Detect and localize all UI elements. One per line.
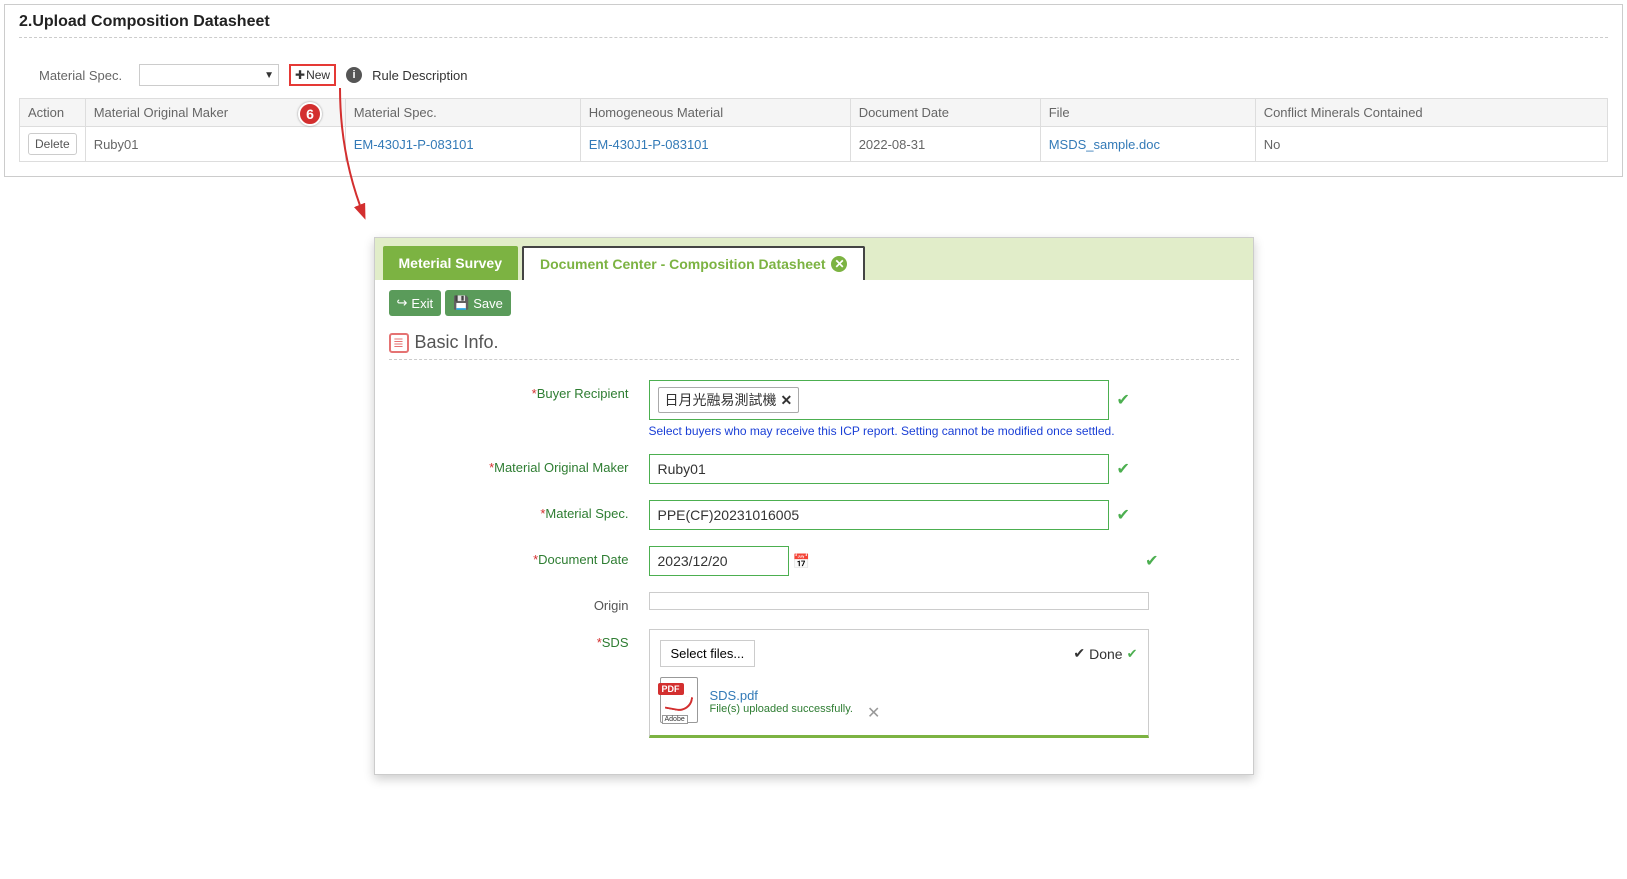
table-row: Delete Ruby01 EM-430J1-P-083101 EM-430J1… — [20, 127, 1608, 162]
rule-description-link[interactable]: Rule Description — [372, 68, 467, 83]
check-icon: ✔ — [1127, 646, 1138, 662]
calendar-icon[interactable]: 📅 — [793, 553, 810, 570]
plus-icon: ✚ — [295, 68, 305, 82]
modal-toolbar: ↪Exit 💾Save — [389, 290, 1239, 316]
spec-input[interactable]: PPE(CF)20231016005 — [649, 500, 1109, 530]
cell-maker: Ruby01 — [85, 127, 345, 162]
check-icon: ✔ — [1145, 551, 1158, 571]
upload-done-status: ✔ Done ✔ — [1073, 645, 1137, 662]
tab-document-center[interactable]: Document Center - Composition Datasheet … — [522, 246, 865, 280]
label-sds: *SDS — [389, 629, 649, 650]
spec-label: Material Spec. — [29, 68, 129, 83]
buyer-helper-text: Select buyers who may receive this ICP r… — [649, 424, 1239, 438]
col-conflict: Conflict Minerals Contained — [1255, 99, 1607, 127]
col-homog: Homogeneous Material — [580, 99, 850, 127]
uploaded-file-row: PDF Adobe SDS.pdf File(s) uploaded succe… — [660, 677, 1138, 725]
check-icon: ✔ — [1117, 390, 1130, 410]
pdf-file-icon: PDF Adobe — [660, 677, 700, 725]
remove-chip-icon[interactable]: ✕ — [781, 392, 793, 409]
modal-tab-bar: Meterial Survey Document Center - Compos… — [375, 238, 1253, 280]
file-status-text: File(s) uploaded successfully. — [710, 703, 853, 715]
origin-input[interactable] — [649, 592, 1149, 610]
cell-date: 2022-08-31 — [850, 127, 1040, 162]
label-buyer: *Buyer Recipient — [389, 380, 649, 401]
col-action: Action — [20, 99, 86, 127]
sds-upload-block: Select files... ✔ Done ✔ PDF — [649, 629, 1149, 738]
cell-file-link[interactable]: MSDS_sample.doc — [1040, 127, 1255, 162]
delete-button[interactable]: Delete — [28, 133, 77, 155]
panel-title: 2.Upload Composition Datasheet — [19, 13, 1608, 38]
material-spec-dropdown[interactable]: ▼ — [139, 64, 279, 86]
list-icon: ≣ — [389, 333, 409, 353]
date-input[interactable]: 2023/12/20 — [649, 546, 789, 576]
upload-panel: 2.Upload Composition Datasheet Material … — [4, 4, 1623, 177]
caret-down-icon: ▼ — [264, 70, 274, 81]
remove-file-icon[interactable]: ✕ — [867, 703, 880, 723]
cell-homog-link[interactable]: EM-430J1-P-083101 — [580, 127, 850, 162]
section-basic-info: ≣ Basic Info. — [389, 332, 1239, 360]
file-name-link[interactable]: SDS.pdf — [710, 688, 853, 703]
check-icon: ✔ — [1117, 459, 1130, 479]
cell-conflict: No — [1255, 127, 1607, 162]
label-spec: *Material Spec. — [389, 500, 649, 521]
tab-material-survey[interactable]: Meterial Survey — [383, 246, 519, 280]
buyer-recipient-input[interactable]: 日月光融易測試機 ✕ — [649, 380, 1109, 420]
col-date: Document Date — [850, 99, 1040, 127]
exit-icon: ↪ — [397, 295, 408, 311]
col-file: File — [1040, 99, 1255, 127]
save-icon: 💾 — [453, 295, 469, 311]
label-maker: *Material Original Maker — [389, 454, 649, 475]
cell-spec-link[interactable]: EM-430J1-P-083101 — [345, 127, 580, 162]
label-date: *Document Date — [389, 546, 649, 567]
buyer-chip: 日月光融易測試機 ✕ — [658, 387, 800, 413]
select-files-button[interactable]: Select files... — [660, 640, 756, 667]
label-origin: Origin — [389, 592, 649, 613]
maker-input[interactable]: Ruby01 — [649, 454, 1109, 484]
new-button[interactable]: ✚New — [289, 64, 336, 86]
done-check-icon: ✔ — [1073, 645, 1085, 662]
info-icon[interactable]: i — [346, 67, 362, 83]
check-icon: ✔ — [1117, 505, 1130, 525]
callout-badge: 6 — [298, 102, 322, 126]
datasheet-table: Action Material Original Maker Material … — [19, 98, 1608, 162]
save-button[interactable]: 💾Save — [445, 290, 511, 316]
close-tab-icon[interactable]: ✕ — [831, 256, 847, 272]
col-spec: Material Spec. — [345, 99, 580, 127]
spec-filter-row: Material Spec. ▼ ✚New i Rule Description — [19, 44, 1608, 98]
document-modal: Meterial Survey Document Center - Compos… — [374, 237, 1254, 775]
exit-button[interactable]: ↪Exit — [389, 290, 442, 316]
